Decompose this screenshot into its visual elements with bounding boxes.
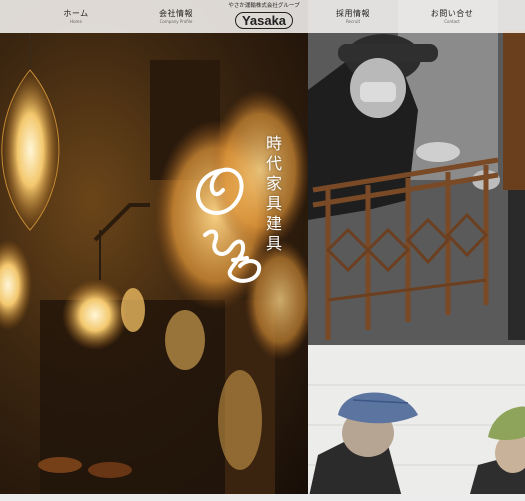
nav-contact-sublabel: Contact (444, 19, 460, 24)
nav-contact[interactable]: お問い合せ Contact (428, 9, 476, 25)
nav-home[interactable]: ホーム Home (59, 9, 93, 25)
craftsman-photo (308, 0, 525, 345)
nav-company[interactable]: 会社情報 Company Profile (155, 9, 197, 25)
nav-contact-label: お問い合せ (430, 9, 474, 18)
yasaka-logo[interactable]: やさか運輸株式会社グループ Yasaka (226, 3, 302, 29)
nav-company-sublabel: Company Profile (159, 19, 193, 24)
nav-company-label: 会社情報 (159, 9, 193, 18)
nav-recruit-sublabel: Recruit (345, 19, 361, 24)
workers-photo (308, 345, 525, 501)
nav-recruit-label: 採用情報 (336, 9, 370, 18)
hero-lamps-photo: 時代家具建具 (0, 0, 308, 501)
nav-recruit[interactable]: 採用情報 Recruit (332, 9, 374, 25)
bottom-strip (0, 494, 525, 501)
logo-tagline: やさか運輸株式会社グループ (228, 3, 300, 9)
logo-wordmark: Yasaka (234, 12, 294, 29)
craftsman-illustration (308, 0, 525, 345)
nav-home-sublabel: Home (70, 19, 82, 24)
top-navigation: ホーム Home 会社情報 Company Profile やさか運輸株式会社グ… (0, 0, 525, 33)
nav-home-label: ホーム (63, 9, 89, 18)
nomura-script-logo (196, 167, 262, 283)
vertical-title: 時代家具建具 (266, 134, 283, 253)
pendant-lamp (1, 70, 59, 230)
workers-illustration (308, 345, 525, 501)
